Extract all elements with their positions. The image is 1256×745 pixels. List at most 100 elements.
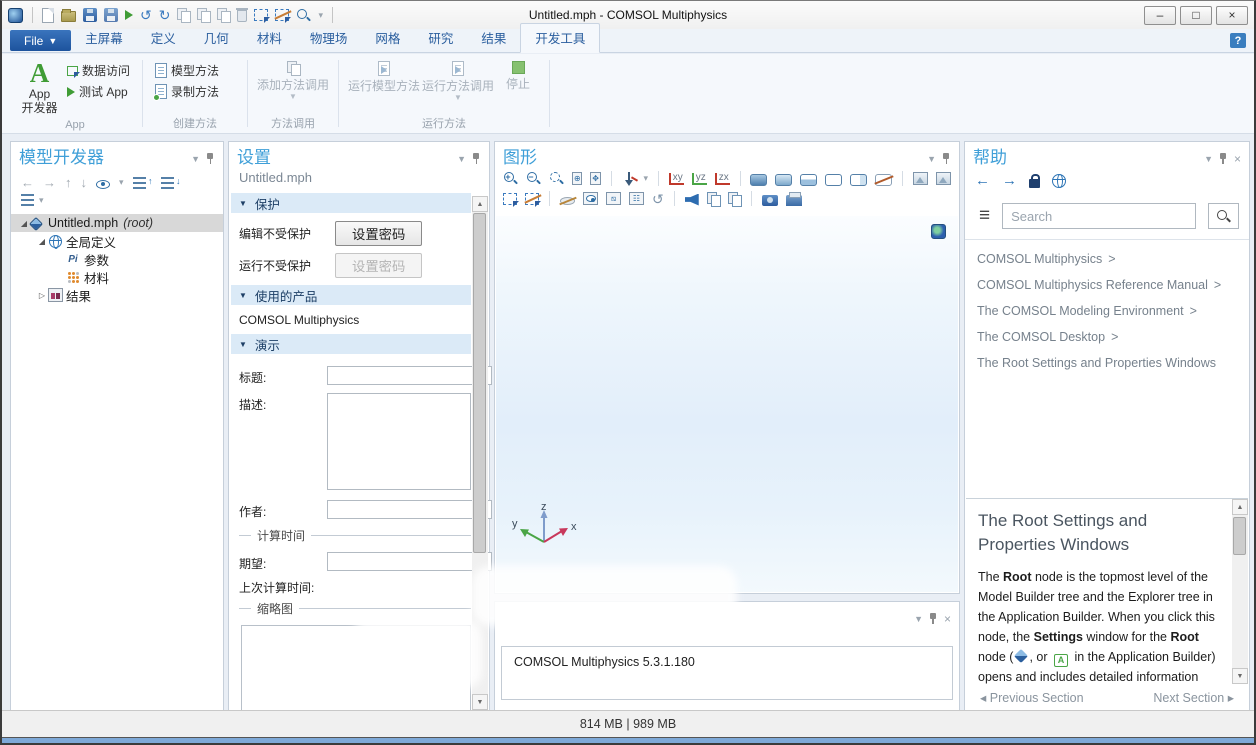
tree-row-parameters[interactable]: Pi 参数 [11,250,223,268]
zoom-box-icon[interactable] [549,171,564,186]
panel-menu-caret-icon[interactable]: ▼ [191,154,200,164]
panel-menu-caret-icon[interactable]: ▼ [457,154,466,164]
view-orientation-icon[interactable] [622,172,636,186]
zx-view-icon[interactable]: zx [715,173,730,185]
zoom-in-icon[interactable]: + [503,171,518,186]
no-environment-icon[interactable] [875,174,892,186]
new-file-icon[interactable] [42,8,54,23]
data-access-button[interactable]: 数据访问 [63,61,134,80]
floor-shadow-icon[interactable] [800,174,817,186]
description-textarea[interactable] [327,393,471,490]
deselect-box-icon[interactable] [525,193,539,205]
file-menu-button[interactable]: File ▼ [10,30,71,51]
view-hidden-icon[interactable]: ☷ [629,192,644,205]
undo-icon[interactable]: ↺ [140,8,152,22]
hide-objects-icon[interactable] [560,197,575,205]
tree-row-materials[interactable]: 材料 [11,268,223,286]
open-file-icon[interactable] [61,11,76,22]
duplicate-icon[interactable] [217,8,230,22]
pin-icon[interactable] [942,152,951,165]
section-header-products[interactable]: ▼ 使用的产品 [231,285,471,305]
panel-menu-caret-icon[interactable]: ▼ [1204,154,1213,164]
scene-light-icon[interactable] [750,174,767,186]
help-menu-icon[interactable]: ≡ [979,207,990,225]
wireframe-rendering-icon[interactable] [825,174,842,186]
environment-reflection-icon[interactable] [775,174,792,186]
hide-selected-icon[interactable]: ⧅ [606,192,621,205]
zoom-extents-icon[interactable]: ✥ [590,172,600,185]
copy-image-icon[interactable] [728,192,741,206]
scroll-up-button[interactable]: ▲ [472,196,488,212]
save-icon[interactable] [83,8,97,22]
help-link-root-settings[interactable]: The Root Settings and Properties Windows [969,350,1245,376]
lock-icon[interactable] [1029,179,1040,188]
help-forward-icon[interactable]: → [1002,172,1017,189]
settings-scrollbar[interactable]: ▲ ▼ [472,196,488,710]
zoom-out-icon[interactable]: − [526,171,541,186]
yz-view-icon[interactable]: yz [692,173,707,185]
help-link-comsol-multiphysics[interactable]: COMSOL Multiphysics > [969,246,1245,272]
deselect-box-icon[interactable] [275,9,289,21]
tab-definitions[interactable]: 定义 [137,24,190,52]
collapse-all-icon[interactable] [133,177,146,189]
help-search-button[interactable] [1208,203,1239,229]
run-method-call-button[interactable]: 运行方法调用 ▼ [421,58,495,101]
scene-image-export-icon[interactable] [936,172,951,185]
model-tree-options-icon[interactable] [21,194,34,206]
run-model-method-button[interactable]: 运行模型方法 [347,58,421,94]
scroll-up-button[interactable]: ▲ [1232,499,1248,515]
close-panel-icon[interactable]: × [1234,154,1241,164]
help-back-icon[interactable]: ← [975,172,990,189]
title-input[interactable] [327,366,492,385]
graphics-canvas[interactable]: z y x [496,216,958,592]
view-orientation-caret-icon[interactable]: ▾ [644,173,649,184]
view-visible-icon[interactable] [583,192,598,205]
transparency-icon[interactable] [850,174,867,186]
help-link-modeling-environment[interactable]: The COMSOL Modeling Environment > [969,298,1245,324]
show-caret-icon[interactable]: ▾ [119,177,124,188]
redo-icon[interactable]: ↻ [159,8,171,22]
application-builder-button[interactable]: A App 开发器 [16,58,63,115]
delete-icon[interactable] [237,10,247,22]
move-down-icon[interactable]: ↓ [81,175,88,190]
tab-developer-tools[interactable]: 开发工具 [520,23,600,53]
panel-menu-caret-icon[interactable]: ▼ [914,614,923,624]
expander-icon[interactable]: ◢ [19,219,29,228]
select-box-icon[interactable] [254,9,268,21]
section-header-presentation[interactable]: ▼ 演示 [231,334,471,354]
snapshot-icon[interactable] [762,195,778,206]
panel-menu-caret-icon[interactable]: ▼ [927,154,936,164]
model-method-button[interactable]: 模型方法 [151,61,223,80]
tree-row-root[interactable]: ◢ Untitled.mph (root) [11,214,223,232]
zoom-select-caret-icon[interactable]: ▾ [318,10,323,21]
paste-icon[interactable] [197,8,210,22]
expander-icon[interactable]: ◢ [37,237,47,246]
close-button[interactable]: × [1216,6,1248,25]
ribbon-help-button[interactable]: ? [1230,33,1246,48]
select-box-icon[interactable] [503,193,517,205]
app-logo-icon[interactable] [8,8,23,23]
author-input[interactable] [327,500,492,519]
tab-study[interactable]: 研究 [414,24,467,52]
copy-graphics-icon[interactable] [707,192,720,206]
scroll-down-button[interactable]: ▼ [1232,668,1248,684]
online-help-icon[interactable] [1052,174,1066,188]
tab-results[interactable]: 结果 [467,24,520,52]
pin-icon[interactable] [472,152,481,165]
set-password-edit-button[interactable]: 设置密码 [335,221,422,246]
copy-icon[interactable] [177,8,190,22]
expand-all-icon[interactable] [161,177,174,189]
tab-physics[interactable]: 物理场 [296,24,362,52]
graphics-popout-icon[interactable] [931,224,946,239]
scene-image-icon[interactable] [913,172,928,185]
tab-geometry[interactable]: 几何 [190,24,243,52]
tab-mesh[interactable]: 网格 [361,24,414,52]
help-search-input[interactable] [1002,203,1196,229]
move-up-icon[interactable]: ↑ [65,175,72,190]
expected-time-input[interactable] [327,552,492,571]
zoom-select-icon[interactable] [296,8,311,23]
forward-icon[interactable]: → [43,175,56,190]
pin-icon[interactable] [929,612,938,625]
scroll-thumb[interactable] [1233,517,1246,555]
tree-row-global-definitions[interactable]: ◢ 全局定义 [11,232,223,250]
